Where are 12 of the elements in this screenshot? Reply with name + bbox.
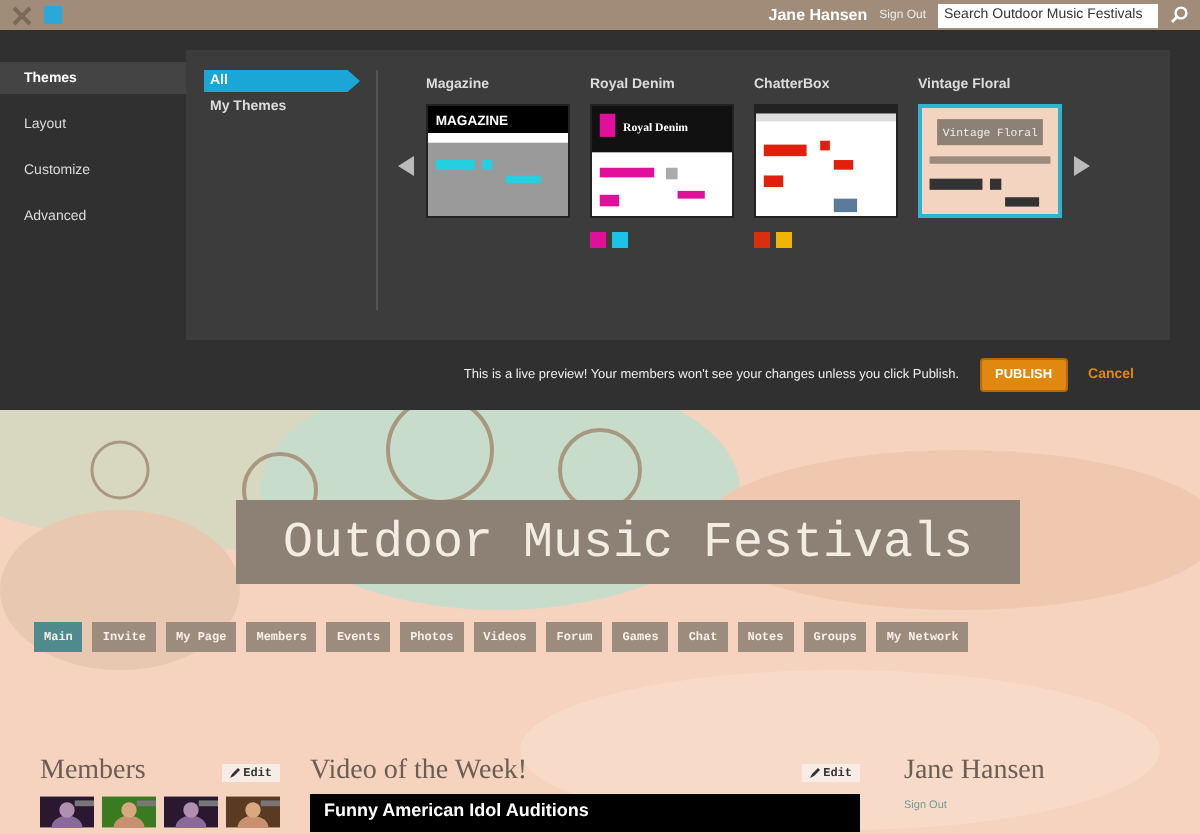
next-arrow-icon[interactable]	[1074, 156, 1090, 176]
user-name[interactable]: Jane Hansen	[768, 6, 868, 24]
color-swatch[interactable]	[776, 232, 792, 248]
page-layout-drawing	[756, 106, 896, 216]
previous-arrow-icon[interactable]	[398, 156, 414, 176]
search-icon[interactable]	[1170, 6, 1188, 24]
theme-thumbnail[interactable]	[754, 104, 898, 218]
color-swatch[interactable]	[754, 232, 770, 248]
color-swatch[interactable]	[612, 232, 628, 248]
color-swatch[interactable]	[590, 232, 606, 248]
tools-icon[interactable]	[12, 5, 32, 25]
app-icon[interactable]	[44, 6, 62, 24]
